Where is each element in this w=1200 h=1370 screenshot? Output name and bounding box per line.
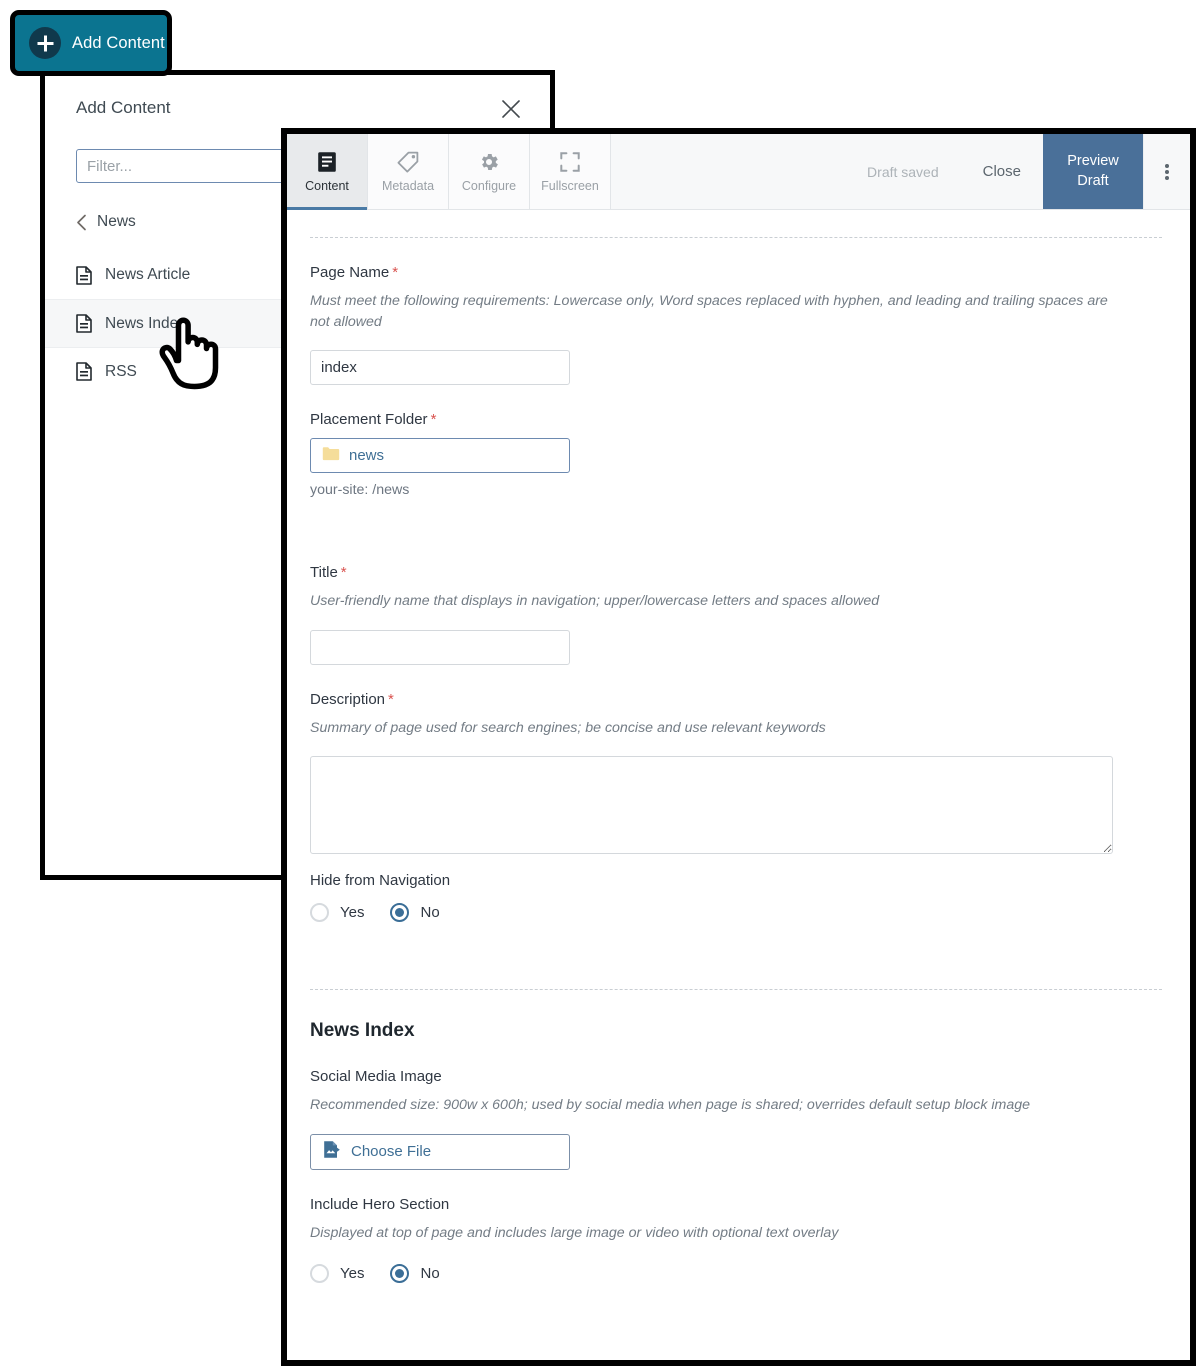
tab-label: Fullscreen (541, 178, 599, 193)
choose-file-button[interactable]: Choose File (310, 1133, 570, 1170)
radio-hero-no[interactable]: No (390, 1263, 440, 1283)
document-icon (76, 362, 92, 381)
bottom-spacer (310, 1283, 1162, 1305)
tab-label: Metadata (381, 178, 435, 193)
page-name-input[interactable] (310, 350, 570, 386)
editor-toolbar: Content Metadata Configure Fullscreen Dr… (287, 134, 1190, 210)
choose-file-label: Choose File (351, 1143, 432, 1161)
required-asterisk: * (392, 264, 399, 281)
close-icon[interactable] (499, 97, 523, 121)
radio-circle (390, 1263, 410, 1283)
placement-folder-label: Placement Folder (310, 411, 428, 429)
title-label: Title (310, 564, 338, 582)
include-hero-section-label: Include Hero Section (310, 1195, 450, 1213)
radio-circle (310, 1263, 329, 1283)
include-hero-section-help: Displayed at top of page and includes la… (310, 1224, 839, 1241)
page-name-label: Page Name (310, 264, 390, 281)
document-icon (76, 265, 92, 285)
field-label: Description * (310, 691, 1162, 708)
placement-folder-input[interactable]: news (310, 438, 570, 474)
breadcrumb-label: News (97, 213, 136, 230)
title-help: User-friendly name that displays in navi… (310, 593, 880, 610)
radio-label: No (420, 1264, 440, 1282)
field-description: Description * Summary of page used for se… (310, 691, 1162, 855)
tab-metadata[interactable]: Metadata (368, 134, 449, 209)
radio-label: No (420, 904, 440, 922)
add-content-button[interactable]: Add Content (10, 10, 172, 76)
placement-folder-path-hint: your-site: /news (310, 482, 410, 499)
hide-from-navigation-radio-group: Yes No (310, 903, 1162, 923)
field-page-name: Page Name * Must meet the following requi… (310, 264, 1162, 386)
draft-status-text: Draft saved (867, 163, 939, 180)
close-editor-button[interactable]: Close (961, 134, 1043, 209)
radio-circle (310, 903, 329, 923)
radio-hide-nav-yes[interactable]: Yes (310, 903, 365, 923)
field-title: Title * User-friendly name that displays … (310, 564, 1162, 665)
breadcrumb[interactable]: News (76, 213, 136, 231)
description-label: Description (310, 690, 386, 708)
tag-icon (397, 151, 419, 173)
folder-icon (322, 446, 340, 466)
title-input[interactable] (310, 629, 570, 665)
add-content-button-label: Add Content (72, 33, 165, 52)
radio-circle (390, 903, 410, 923)
field-label: Placement Folder * (310, 411, 1162, 428)
toolbar-spacer (611, 134, 846, 209)
field-include-hero-section: Include Hero Section Displayed at top of… (310, 1196, 1162, 1283)
required-asterisk: * (430, 411, 437, 429)
tab-fullscreen[interactable]: Fullscreen (530, 134, 611, 209)
plus-circle-icon (29, 27, 61, 59)
tab-configure[interactable]: Configure (449, 134, 530, 209)
social-media-image-help: Recommended size: 900w x 600h; used by s… (310, 1097, 1031, 1114)
page-name-help: Must meet the following requirements: Lo… (310, 293, 1108, 330)
field-social-media-image: Social Media Image Recommended size: 900… (310, 1068, 1162, 1170)
screenshot-stage: Add Content News (0, 0, 1200, 1370)
content-editor-panel: Content Metadata Configure Fullscreen Dr… (281, 128, 1196, 1366)
field-placement-folder: Placement Folder * news your-site: /news (310, 411, 1162, 498)
description-help: Summary of page used for search engines;… (310, 719, 826, 736)
radio-hero-yes[interactable]: Yes (310, 1263, 365, 1283)
placement-folder-value: news (349, 447, 385, 465)
list-item-label: News Index (105, 314, 186, 332)
field-hide-from-navigation: Hide from Navigation Yes No (310, 872, 1162, 923)
gear-icon (478, 151, 500, 173)
include-hero-radio-group: Yes No (310, 1263, 1162, 1283)
fullscreen-icon (560, 151, 580, 173)
dialog-title: Add Content (76, 98, 171, 117)
list-item-label: News Article (105, 266, 191, 283)
tab-content[interactable]: Content (287, 134, 368, 210)
content-document-icon (317, 151, 337, 173)
preview-draft-button[interactable]: Preview Draft (1043, 134, 1143, 209)
list-item-label: RSS (105, 362, 137, 380)
editor-form: Page Name * Must meet the following requi… (287, 237, 1190, 1305)
tab-label: Configure (461, 178, 517, 193)
radio-label: Yes (340, 1264, 365, 1282)
required-asterisk: * (388, 690, 394, 708)
document-icon (76, 314, 92, 333)
description-textarea[interactable] (310, 756, 1113, 855)
chevron-left-icon (76, 214, 87, 231)
section-heading: News Index (310, 1020, 415, 1042)
divider-top (310, 237, 1162, 238)
more-vertical-icon[interactable] (1143, 134, 1190, 209)
divider-section (310, 989, 1162, 991)
radio-label: Yes (340, 904, 365, 922)
radio-hide-nav-no[interactable]: No (390, 903, 440, 923)
tab-label: Content (305, 178, 349, 193)
social-media-image-label: Social Media Image (310, 1068, 442, 1086)
field-label: Page Name * (310, 264, 1162, 281)
hide-from-navigation-label: Hide from Navigation (310, 872, 451, 890)
required-asterisk: * (340, 564, 347, 582)
image-file-icon (323, 1140, 341, 1164)
field-label: Title * (310, 564, 1162, 581)
